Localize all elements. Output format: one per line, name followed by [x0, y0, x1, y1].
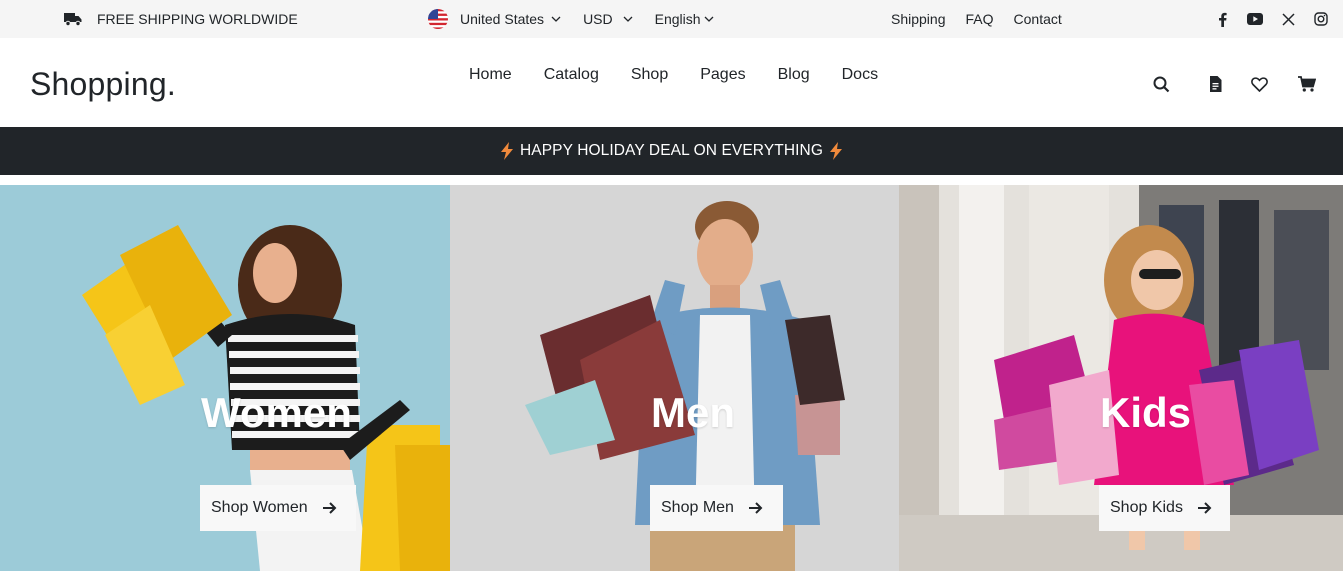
chevron-down-icon — [623, 16, 633, 22]
hero-men-panel[interactable]: Men Shop Men — [450, 185, 899, 571]
nav-shop[interactable]: Shop — [631, 66, 668, 84]
contact-link[interactable]: Contact — [1014, 11, 1062, 27]
shop-women-button[interactable]: Shop Women — [200, 485, 356, 531]
men-title: Men — [651, 389, 735, 436]
country-label: United States — [460, 11, 545, 27]
main-nav: Home Catalog Shop Pages Blog Docs — [469, 66, 910, 84]
language-label: English — [654, 11, 701, 27]
country-select[interactable]: United States — [428, 9, 561, 29]
arrow-right-icon — [748, 502, 763, 514]
nav-docs[interactable]: Docs — [842, 66, 878, 84]
shipping-notice-text: FREE SHIPPING WORLDWIDE — [97, 11, 298, 27]
heart-icon[interactable] — [1249, 74, 1269, 94]
arrow-right-icon — [1197, 502, 1212, 514]
announcement-bar: HAPPY HOLIDAY DEAL ON EVERYTHING — [0, 127, 1343, 175]
search-icon[interactable] — [1151, 74, 1171, 94]
hero-women-panel[interactable]: Women Shop Women — [0, 185, 450, 571]
youtube-icon[interactable] — [1247, 11, 1263, 27]
locale-selectors: United States USD English — [428, 0, 714, 38]
nav-blog[interactable]: Blog — [778, 66, 810, 84]
logo[interactable]: Shopping. — [30, 66, 176, 103]
shop-women-label: Shop Women — [211, 499, 308, 516]
x-icon[interactable] — [1280, 11, 1296, 27]
chevron-down-icon — [704, 16, 714, 22]
site-header: Shopping. Home Catalog Shop Pages Blog D… — [0, 38, 1343, 127]
shipping-link[interactable]: Shipping — [891, 11, 946, 27]
help-links: Shipping FAQ Contact — [891, 0, 1082, 38]
lightning-icon — [829, 142, 843, 160]
shop-kids-label: Shop Kids — [1110, 499, 1183, 516]
us-flag-icon — [428, 9, 448, 29]
chevron-down-icon — [551, 16, 561, 22]
arrow-right-icon — [322, 502, 337, 514]
nav-catalog[interactable]: Catalog — [544, 66, 599, 84]
shop-men-label: Shop Men — [661, 499, 734, 516]
shipping-notice: FREE SHIPPING WORLDWIDE — [64, 0, 298, 38]
faq-link[interactable]: FAQ — [966, 11, 994, 27]
shop-kids-button[interactable]: Shop Kids — [1099, 485, 1230, 531]
top-bar: FREE SHIPPING WORLDWIDE United States US… — [0, 0, 1343, 38]
nav-pages[interactable]: Pages — [700, 66, 745, 84]
hero-kids-panel[interactable]: Kids Shop Kids — [899, 185, 1343, 571]
women-title: Women — [201, 389, 352, 436]
nav-home[interactable]: Home — [469, 66, 512, 84]
truck-icon — [64, 13, 82, 26]
currency-select[interactable]: USD — [583, 11, 633, 27]
announcement-text: HAPPY HOLIDAY DEAL ON EVERYTHING — [520, 142, 823, 159]
shop-men-button[interactable]: Shop Men — [650, 485, 783, 531]
facebook-icon[interactable] — [1214, 11, 1230, 27]
lightning-icon — [500, 142, 514, 160]
currency-label: USD — [583, 11, 613, 27]
language-select[interactable]: English — [655, 11, 714, 27]
cart-icon[interactable] — [1297, 74, 1317, 94]
kids-title: Kids — [1100, 389, 1192, 436]
social-links — [1214, 0, 1343, 38]
document-icon[interactable] — [1205, 74, 1225, 94]
instagram-icon[interactable] — [1313, 11, 1329, 27]
